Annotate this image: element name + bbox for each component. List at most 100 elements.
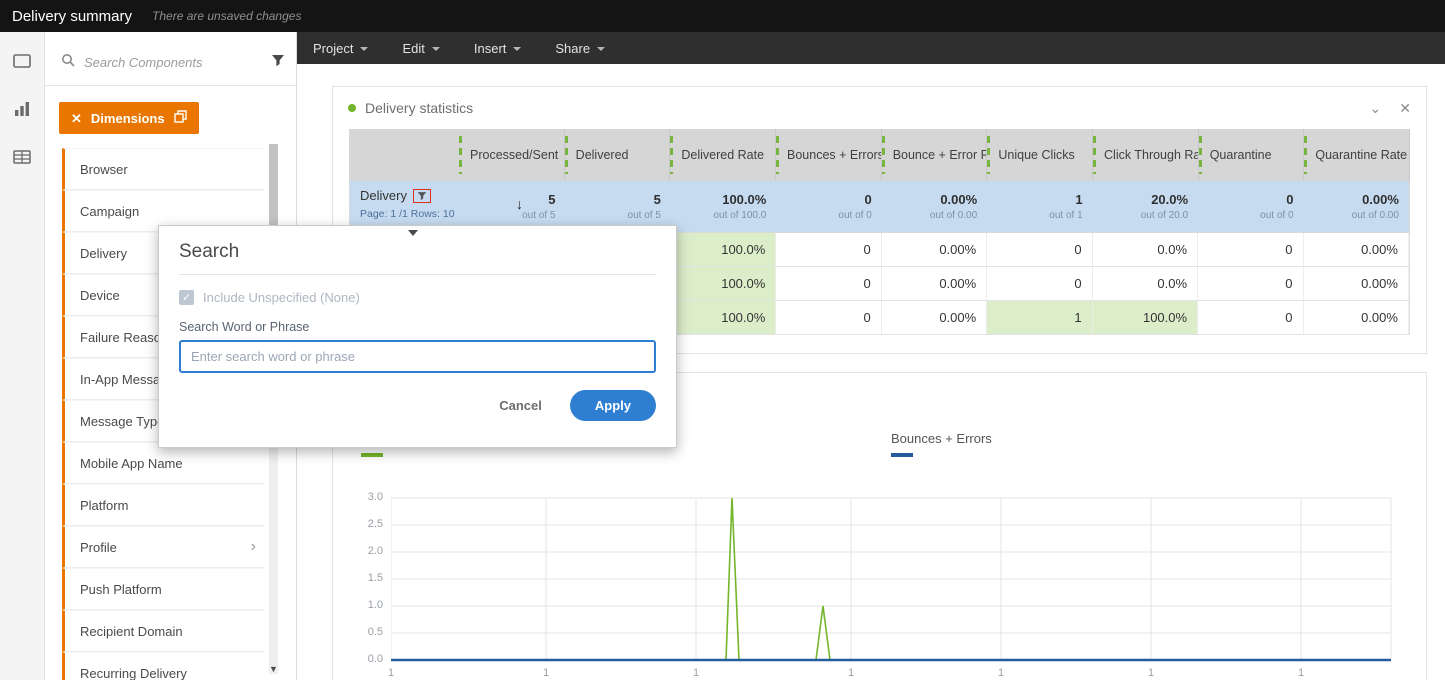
summary-subvalue: out of 0.00 [1351, 210, 1399, 221]
menu-share[interactable]: Share [555, 41, 606, 56]
dimension-label: Message Type [80, 413, 165, 429]
summary-subvalue: out of 0.00 [929, 210, 978, 221]
column-header-label: Bounce + Error Rate [892, 148, 987, 162]
table-cell: 0.00% [1304, 267, 1409, 300]
column-header[interactable]: Delivered Rate [670, 129, 777, 181]
scroll-down-arrow[interactable]: ▼ [269, 664, 278, 674]
column-header[interactable]: Quarantine Rate [1304, 129, 1411, 181]
search-components-input[interactable] [84, 55, 262, 70]
dimensions-filter-chip[interactable]: ✕ Dimensions [59, 102, 199, 134]
row-filter-icon[interactable] [412, 188, 431, 203]
panel-header: Delivery statistics ⌄ ✕ [333, 87, 1426, 129]
filter-funnel-icon[interactable] [271, 54, 285, 72]
dimension-label: Device [80, 287, 120, 303]
table-icon[interactable] [11, 146, 33, 168]
legend-swatch [891, 453, 913, 457]
legend-swatch [361, 453, 383, 457]
dimension-item[interactable]: Profile › [62, 526, 264, 568]
summary-value: 0 [864, 192, 872, 207]
dimension-label: Browser [80, 161, 128, 177]
summary-value: 5 [653, 192, 661, 207]
panel-title: Delivery statistics [365, 100, 474, 116]
table-cell: 0 [776, 233, 882, 266]
table-cell: 100.0% [670, 301, 777, 334]
dimension-item[interactable]: Browser [62, 148, 264, 190]
summary-cell: 0 out of 0 [1198, 181, 1303, 232]
column-header[interactable]: Unique Clicks [987, 129, 1094, 181]
y-axis-tick-label: 3.0 [367, 491, 383, 503]
search-word-input[interactable] [179, 340, 656, 373]
legend-item[interactable]: Bounces + Errors [891, 431, 992, 446]
chevron-right-icon: › [250, 538, 256, 555]
summary-value: 20.0% [1151, 192, 1189, 207]
table-cell: 1 [987, 301, 1093, 334]
left-rail [0, 32, 45, 680]
table-cell: 100.0% [670, 233, 777, 266]
dimension-label: Failure Reason [80, 329, 169, 345]
column-header-label: Delivered [575, 148, 629, 162]
x-axis-tick-label: 1 [693, 667, 700, 679]
scrollbar-thumb[interactable] [269, 144, 278, 232]
column-accent-bar [881, 136, 885, 174]
close-panel-icon[interactable]: ✕ [1399, 100, 1411, 117]
dimension-label: Mobile App Name [80, 455, 183, 471]
dimension-label: Platform [80, 497, 129, 513]
component-search-row [45, 40, 296, 86]
column-header[interactable]: Delivered [564, 129, 671, 181]
menu-edit[interactable]: Edit [402, 41, 440, 56]
column-accent-bar [670, 136, 674, 174]
column-accent-bar [459, 136, 462, 174]
column-header[interactable]: Quarantine [1198, 129, 1305, 181]
cancel-button[interactable]: Cancel [499, 398, 542, 413]
table-cell: 0 [987, 267, 1093, 300]
apply-button[interactable]: Apply [569, 390, 656, 421]
x-axis-tick-label: 1 [1298, 667, 1305, 679]
search-dialog: Search ✓ Include Unspecified (None) Sear… [158, 225, 677, 448]
column-header[interactable]: Click Through Rate [1093, 129, 1199, 181]
column-header[interactable]: Processed/Sent [459, 129, 565, 181]
column-header-label: Click Through Rate [1104, 148, 1198, 162]
panels-icon[interactable] [11, 50, 33, 72]
x-axis-tick-label: 1 [998, 667, 1005, 679]
dimension-label: Delivery [80, 245, 127, 261]
checkbox-label: Include Unspecified (None) [203, 290, 360, 305]
table-header-row: Processed/Sent Delivered Delivered Rate Bou… [349, 129, 1411, 181]
summary-cell: 0.00% out of 0.00 [1304, 181, 1409, 232]
summary-subvalue: out of 0 [1260, 210, 1294, 221]
summary-value: 100.0% [722, 192, 767, 207]
dimension-item[interactable]: Platform [62, 484, 264, 526]
x-axis-tick-label: 1 [388, 667, 395, 679]
table-cell: 0.00% [882, 301, 988, 334]
dimension-item[interactable]: Recipient Domain [62, 610, 264, 652]
dimension-item[interactable]: Recurring Delivery [62, 652, 264, 680]
summary-subvalue: out of 1 [1049, 210, 1083, 221]
table-cell: 0.00% [882, 267, 988, 300]
summary-value: 5 [548, 192, 556, 207]
chevron-down-icon [513, 47, 522, 51]
summary-subvalue: out of 100.0 [713, 210, 767, 221]
dimension-label: Profile [80, 539, 117, 555]
line-chart [391, 497, 1392, 662]
column-header[interactable]: Bounces + Errors [776, 129, 882, 181]
column-header[interactable]: Bounce + Error Rate [881, 129, 988, 181]
column-header-label: Delivered Rate [681, 148, 765, 162]
dimension-label: Campaign [80, 203, 140, 219]
table-cell: 0.00% [1304, 233, 1409, 266]
collapse-chevron-icon[interactable]: ⌄ [1370, 100, 1382, 117]
menu-project[interactable]: Project [313, 41, 369, 56]
close-icon[interactable]: ✕ [71, 112, 82, 125]
x-axis-tick-label: 1 [1148, 667, 1155, 679]
filter-menu-caret-icon [408, 230, 418, 236]
column-header[interactable] [349, 129, 459, 181]
column-accent-bar [1304, 136, 1308, 174]
dimension-item[interactable]: Mobile App Name [62, 442, 264, 484]
bar-chart-icon[interactable] [11, 98, 33, 120]
sort-descending-icon[interactable]: ↓ [516, 196, 523, 212]
dimension-item[interactable]: Push Platform [62, 568, 264, 610]
menu-insert[interactable]: Insert [474, 41, 522, 56]
table-cell: 0 [987, 233, 1093, 266]
menu-label: Insert [473, 40, 507, 56]
include-unspecified-checkbox[interactable]: ✓ [179, 290, 194, 305]
x-axis-tick-label: 1 [543, 667, 550, 679]
summary-subvalue: out of 5 [627, 210, 661, 221]
